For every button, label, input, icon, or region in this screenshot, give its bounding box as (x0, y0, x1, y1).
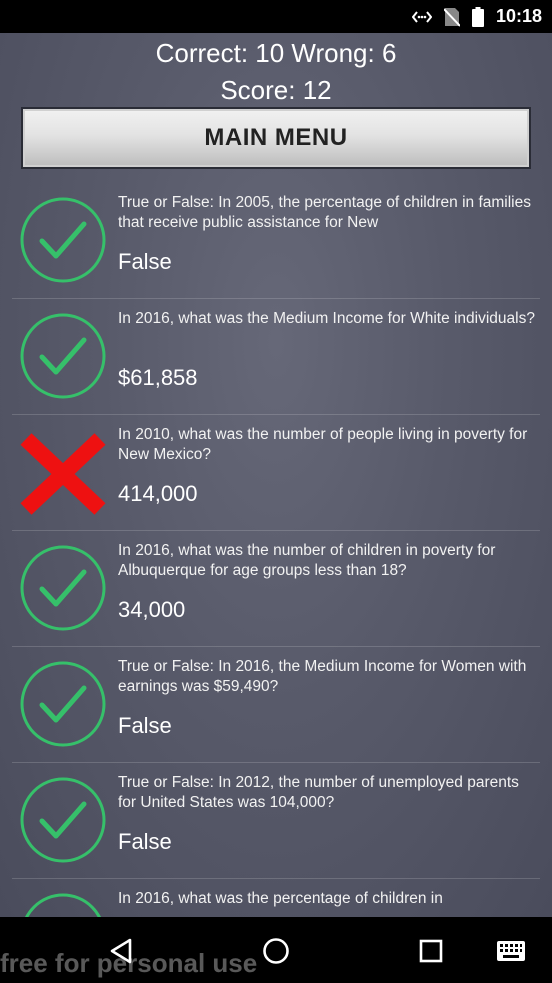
check-circle-icon (18, 891, 108, 917)
check-circle-icon (18, 195, 108, 285)
result-row[interactable]: True or False: In 2016, the Medium Incom… (12, 647, 540, 763)
watermark-text: free for personal use (0, 948, 258, 978)
check-circle-icon (18, 543, 108, 633)
x-mark-icon (18, 427, 108, 517)
keyboard-icon[interactable] (494, 935, 528, 967)
recents-square-icon[interactable] (415, 935, 447, 967)
result-row[interactable]: In 2016, what was the percentage of chil… (12, 879, 540, 917)
question-text: True or False: In 2016, the Medium Incom… (118, 658, 527, 695)
score-text: Score: 12 (220, 75, 332, 105)
question-text: True or False: In 2012, the number of un… (118, 774, 519, 811)
answer-text: 414,000 (118, 481, 198, 506)
results-list[interactable]: True or False: In 2005, the percentage o… (0, 183, 552, 917)
battery-icon (471, 6, 484, 27)
answer-text: 34,000 (118, 597, 186, 622)
question-text: True or False: In 2005, the percentage o… (118, 194, 531, 231)
result-row[interactable]: True or False: In 2012, the number of un… (12, 763, 540, 879)
question-text: In 2016, what was the percentage of chil… (118, 890, 443, 907)
question-text: In 2010, what was the number of people l… (118, 426, 528, 463)
check-circle-icon (18, 311, 108, 401)
answer-text: $61,858 (118, 365, 198, 390)
answer-text: False (118, 829, 172, 854)
main-menu-button[interactable]: MAIN MENU (21, 107, 531, 169)
data-sync-icon (411, 10, 432, 24)
home-circle-icon[interactable] (260, 935, 292, 967)
question-text: In 2016, what was the number of children… (118, 542, 496, 579)
check-circle-icon (18, 775, 108, 865)
answer-text: False (118, 249, 172, 274)
answer-text: False (118, 713, 172, 738)
result-row[interactable]: In 2016, what was the Medium Income for … (12, 299, 540, 415)
status-bar: 10:18 (0, 0, 552, 33)
result-row[interactable]: True or False: In 2005, the percentage o… (12, 183, 540, 299)
status-time: 10:18 (495, 6, 542, 26)
no-sim-icon (443, 7, 460, 27)
question-text: In 2016, what was the Medium Income for … (118, 310, 535, 327)
result-row[interactable]: In 2016, what was the number of children… (12, 531, 540, 647)
correct-wrong-count: Correct: 10 Wrong: 6 (155, 38, 397, 68)
check-circle-icon (18, 659, 108, 749)
results-screen: Correct: 10 Wrong: 6 Score: 12 MAIN MENU… (0, 33, 552, 917)
result-row[interactable]: In 2010, what was the number of people l… (12, 415, 540, 531)
